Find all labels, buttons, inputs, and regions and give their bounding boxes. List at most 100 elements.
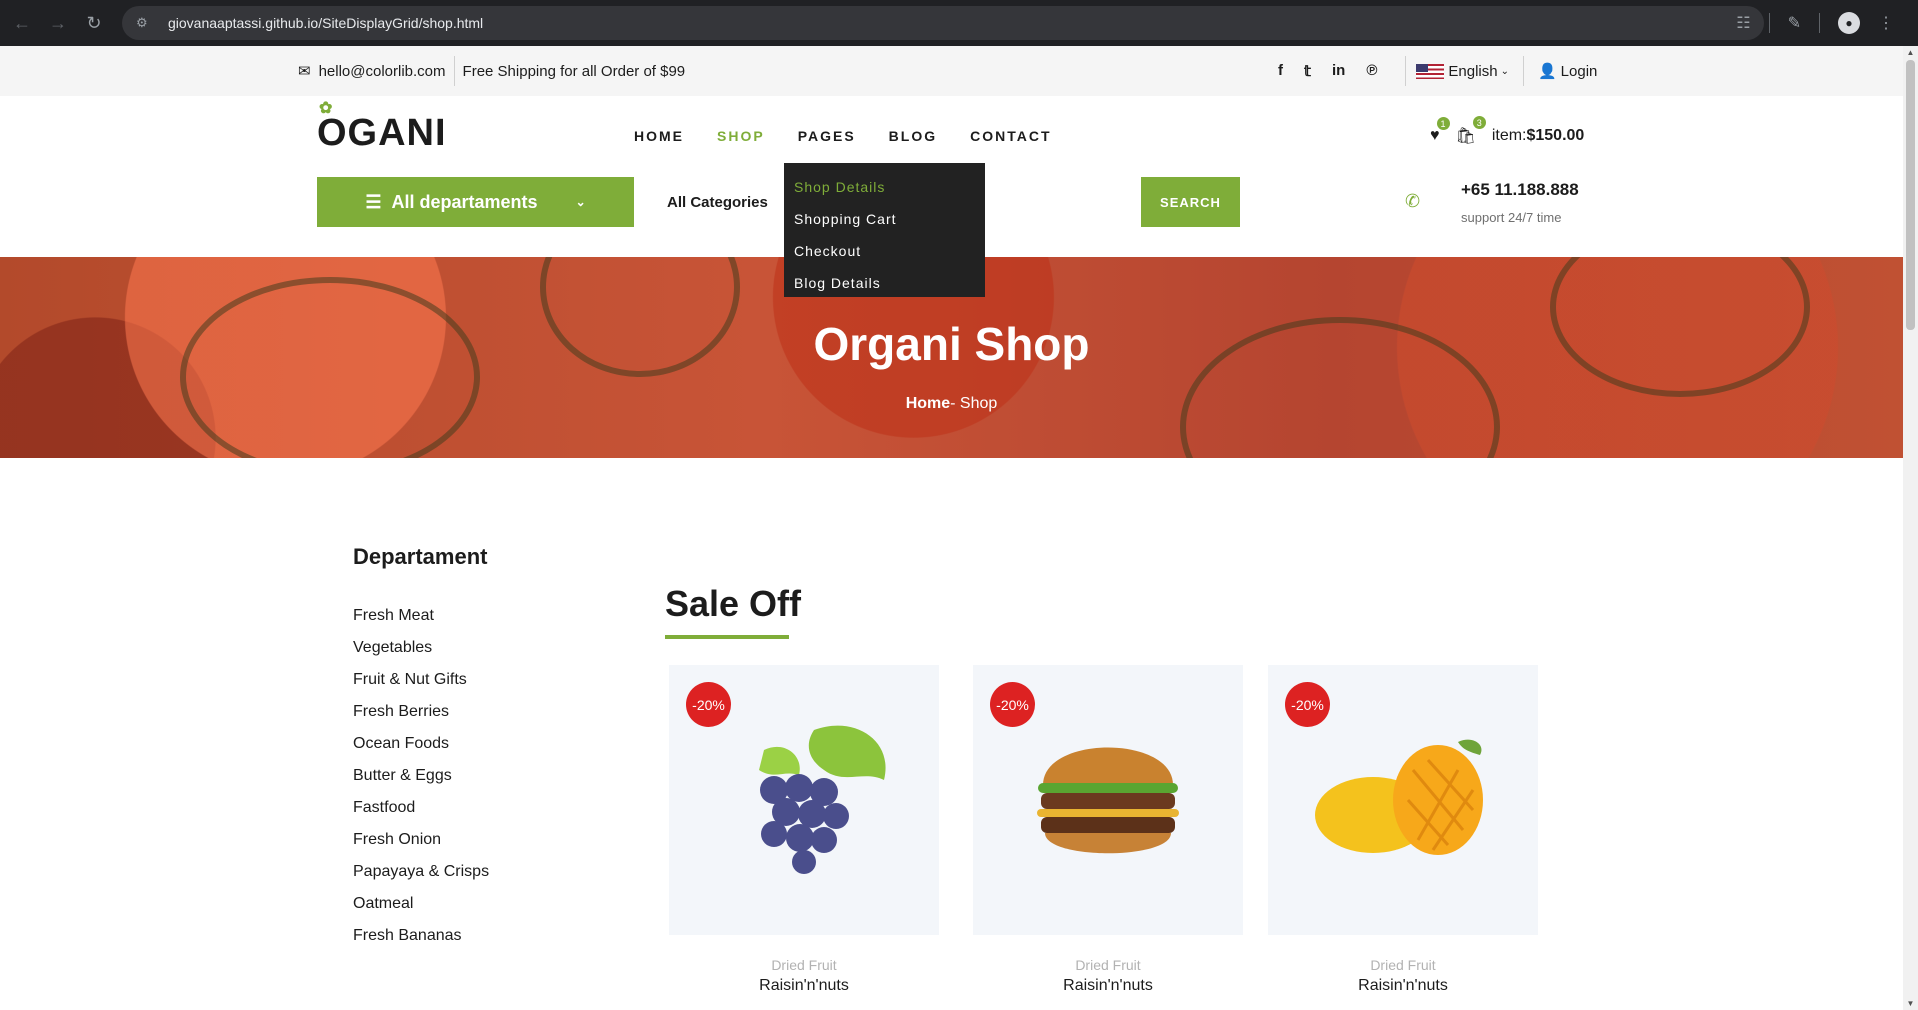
dropdown-checkout[interactable]: Checkout [794,235,975,267]
profile-icon[interactable]: ● [1838,12,1860,34]
department-item[interactable]: Ocean Foods [353,728,489,760]
address-bar[interactable]: ⚙ giovanaaptassi.github.io/SiteDisplayGr… [122,6,1764,40]
shopping-bag-icon[interactable]: 🛍 3 [1456,116,1486,146]
top-bar: ✉ hello@colorlib.com Free Shipping for a… [0,46,1903,96]
envelope-icon: ✉ [298,63,311,80]
dropdown-blog-details[interactable]: Blog Details [794,267,975,299]
phone-number: +65 11.188.888 [1461,180,1579,199]
chevron-down-icon: ⌄ [575,195,586,209]
category-select[interactable]: All Categories [651,194,791,211]
language-selector[interactable]: English ⌄ [1416,63,1509,80]
product-image[interactable]: -20% [973,665,1243,935]
site-info-icon[interactable]: ⚙ [136,15,156,31]
product-category: Dried Fruit [1370,957,1436,973]
leaf-icon: ✿ [319,100,334,117]
web-page: ✉ hello@colorlib.com Free Shipping for a… [0,46,1903,1010]
department-item[interactable]: Fruit & Nut Gifts [353,664,489,696]
header-cart: ♥ 1 🛍 3 item: $150.00 [1430,116,1585,146]
logo[interactable]: ✿ OGANI [317,100,447,155]
department-item[interactable]: Fresh Bananas [353,920,489,952]
all-departments-button[interactable]: ☰ All departaments ⌄ [317,177,634,227]
translate-icon[interactable]: ☷ [1736,13,1750,33]
sidebar-title: Departament [353,544,488,569]
product-image[interactable]: -20% [669,665,939,935]
back-button[interactable]: ← [4,0,40,46]
dropdown-shopping-cart[interactable]: Shopping Cart [794,203,975,235]
department-item[interactable]: Butter & Eggs [353,760,489,792]
product-category: Dried Fruit [1075,957,1141,973]
department-item[interactable]: Fastfood [353,792,489,824]
divider [1522,56,1524,86]
support-text: support 24/7 time [1461,210,1562,225]
page-scrollbar[interactable]: ▲ ▼ [1903,46,1918,1010]
user-icon: 👤 [1537,63,1557,80]
heart-icon[interactable]: ♥ 1 [1430,117,1450,145]
twitter-icon[interactable]: 𝕥 [1304,62,1311,80]
social-links: f 𝕥 in ℗ [1278,62,1377,80]
breadcrumb-current: - Shop [950,395,998,412]
divider [1768,13,1770,33]
grapes-image [759,725,886,874]
url-text: giovanaaptassi.github.io/SiteDisplayGrid… [168,15,484,31]
department-sidebar: Departament Fresh Meat Vegetables Fruit … [353,544,489,952]
product-card[interactable]: -20% Dried Fruit Raisin'n'nuts [973,665,1243,995]
product-name[interactable]: Raisin'n'nuts [669,977,939,995]
department-item[interactable]: Fresh Meat [353,600,489,632]
login-link[interactable]: 👤 Login [1537,62,1598,81]
scroll-up-icon[interactable]: ▲ [1903,48,1918,57]
department-item[interactable]: Papayaya & Crisps [353,856,489,888]
department-list: Fresh Meat Vegetables Fruit & Nut Gifts … [353,600,489,952]
departments-label: All departaments [391,191,538,212]
contact-email: hello@colorlib.com [318,62,446,80]
hamburger-icon: ☰ [365,191,382,212]
product-name[interactable]: Raisin'n'nuts [973,977,1243,995]
forward-button[interactable]: → [40,0,76,46]
login-label: Login [1560,62,1598,80]
language-label: English [1448,62,1498,80]
menu-home[interactable]: HOME [634,128,684,144]
discount-badge: -20% [686,682,731,727]
logo-text: OGANI [317,112,447,154]
menu-pages[interactable]: PAGES [798,128,856,144]
scrollbar-thumb[interactable] [1906,60,1915,330]
menu-contact[interactable]: CONTACT [970,128,1051,144]
mango-image [1315,739,1483,855]
browser-toolbar: ← → ↻ ⚙ giovanaaptassi.github.io/SiteDis… [0,0,1918,46]
department-item[interactable]: Fresh Berries [353,696,489,728]
cart-item-label: item: [1491,127,1527,144]
breadcrumb-home[interactable]: Home [906,395,950,412]
reload-button[interactable]: ↻ [76,0,112,46]
menu-shop[interactable]: SHOP [717,128,765,144]
main-menu: HOME SHOP PAGES BLOG CONTACT [634,128,1052,144]
burger-image [1037,747,1179,854]
phone-icon: ✆ [1405,191,1421,211]
menu-icon[interactable]: ⋮ [1878,13,1894,33]
cart-total: $150.00 [1526,127,1585,144]
menu-blog[interactable]: BLOG [889,128,937,144]
pinterest-icon[interactable]: ℗ [1366,62,1377,80]
page-title: Organi Shop [813,318,1090,370]
product-name[interactable]: Raisin'n'nuts [1268,977,1538,995]
divider [1405,56,1407,86]
department-item[interactable]: Oatmeal [353,888,489,920]
sale-off-underline [665,635,789,639]
dropdown-shop-details[interactable]: Shop Details [794,171,975,203]
product-card[interactable]: -20% Dried Fruit Raisin'n'nuts [1268,665,1538,995]
product-image[interactable]: -20% [1268,665,1538,935]
search-button[interactable]: SEARCH [1141,177,1240,227]
divider [453,56,455,86]
facebook-icon[interactable]: f [1278,62,1283,80]
department-item[interactable]: Vegetables [353,632,489,664]
scroll-down-icon[interactable]: ▼ [1903,999,1918,1008]
linkedin-icon[interactable]: in [1332,62,1345,80]
chevron-down-icon: ⌄ [1500,65,1509,77]
product-card[interactable]: -20% Dried Fruit Raisin'n'nuts [669,665,939,995]
discount-badge: -20% [1285,682,1330,727]
extensions-icon[interactable]: ✎ [1788,13,1801,33]
shipping-notice: Free Shipping for all Order of $99 [462,62,686,80]
browser-actions: ☷ ✎ ● ⋮ [1736,0,1918,46]
us-flag-icon [1416,63,1445,79]
department-item[interactable]: Fresh Onion [353,824,489,856]
discount-badge: -20% [990,682,1035,727]
pages-dropdown: Shop Details Shopping Cart Checkout Blog… [784,163,985,297]
